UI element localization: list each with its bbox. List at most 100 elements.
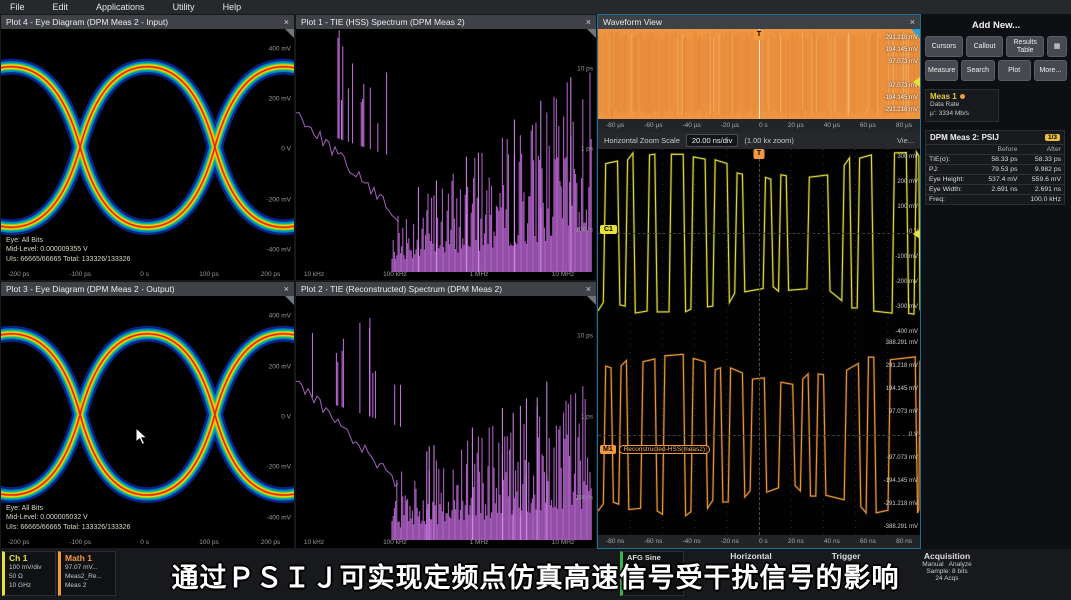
menu-item-file[interactable]: File: [10, 2, 25, 12]
time-tick: 60 µs: [860, 122, 876, 129]
dpm-row: TIE(σ):58.33 ps58.33 ps: [926, 154, 1064, 164]
plot3-body: 400 mV200 mV0 V-200 mV-400 mV-200 ps-100…: [1, 296, 294, 548]
plot4-resize-corner[interactable]: [285, 29, 294, 38]
x-tick: 10 kHz: [304, 539, 324, 546]
plot4-header[interactable]: Plot 4 - Eye Diagram (DPM Meas 2 - Input…: [1, 15, 294, 29]
zoom-center-line: [759, 149, 760, 535]
x-tick: -200 ps: [8, 539, 30, 546]
menu-item-help[interactable]: Help: [223, 2, 242, 12]
add-cursors-button[interactable]: Cursors: [925, 36, 963, 57]
y-tick: -400 mV: [266, 514, 291, 521]
waveform-view-close-icon[interactable]: ×: [910, 17, 915, 27]
math1-chip[interactable]: M1: [600, 445, 616, 454]
dpm-title: DPM Meas 2: PSIJ: [930, 133, 999, 142]
x-tick: 0 s: [140, 271, 149, 278]
add-plot-button[interactable]: Plot: [998, 60, 1031, 81]
time-tick: 80 ns: [896, 538, 912, 545]
y-tick: 0 V: [281, 413, 291, 420]
dpm-before-value: 537.4 mV: [977, 174, 1021, 184]
math1-source-label: Reconstructed-HSS(meas2): [619, 445, 710, 454]
waveform-view-header[interactable]: Waveform View ×: [598, 15, 920, 29]
add-callout-button[interactable]: Callout: [966, 36, 1004, 57]
ch1-axis-label: 100 mV: [897, 204, 918, 210]
dpm-meas2-badge[interactable]: DPM Meas 2: PSIJ 1/3 BeforeAfterTIE(σ):5…: [925, 130, 1065, 205]
menu-item-applications[interactable]: Applications: [96, 2, 145, 12]
plot3-header[interactable]: Plot 3 - Eye Diagram (DPM Meas 2 - Outpu…: [1, 282, 294, 296]
plot3-resize-corner[interactable]: [285, 296, 294, 305]
add-search-button[interactable]: Search: [961, 60, 994, 81]
hzoom-view-button[interactable]: Vie...: [897, 136, 914, 145]
ch1-axis-label: 300 mV: [897, 154, 918, 160]
y-tick: -200 mV: [266, 464, 291, 471]
plot3-close-icon[interactable]: ×: [284, 284, 289, 294]
plot1-resize-corner[interactable]: [587, 29, 596, 38]
plot3-title: Plot 3 - Eye Diagram (DPM Meas 2 - Outpu…: [6, 284, 175, 294]
ch1-axis-label: -100 mV: [895, 254, 918, 260]
ch1-handle[interactable]: C1: [600, 225, 617, 234]
overview-axis-label: 291.218 mV: [886, 35, 918, 41]
plot1-close-icon[interactable]: ×: [586, 17, 591, 27]
menu-item-edit[interactable]: Edit: [53, 2, 69, 12]
x-tick: 1 MHz: [470, 271, 489, 278]
overview-axis-label: -291.218 mV: [884, 107, 918, 113]
plot1-header[interactable]: Plot 1 - TIE (HSS) Spectrum (DPM Meas 2)…: [296, 15, 596, 29]
ch1-trigger-level-arrow[interactable]: [913, 229, 920, 239]
zoom-waveform-area[interactable]: T C1 M1 Reconstructed-HSS(meas2) 300 mV 2…: [598, 149, 920, 535]
ch1-axis-label: 200 mV: [897, 179, 918, 185]
time-tick: 60 ns: [860, 538, 876, 545]
plot4-close-icon[interactable]: ×: [284, 17, 289, 27]
time-tick: 0 s: [759, 538, 768, 545]
y-tick: -400 mV: [266, 246, 291, 253]
waveform-overview[interactable]: T 291.218 mV194.145 mV97.073 mV-97.073 m…: [598, 29, 920, 119]
dpm-freq-label: Freq:: [926, 194, 977, 204]
add-measure-button[interactable]: Measure: [925, 60, 958, 81]
menu-item-utility[interactable]: Utility: [173, 2, 195, 12]
y-tick: 200 mV: [269, 96, 291, 103]
y-tick: 100 fs: [575, 226, 593, 233]
meas1-badge[interactable]: Meas 1 Data Rate µ': 3334 Mb/s: [925, 89, 999, 122]
dpm-after-value: 559.6 mV: [1020, 174, 1064, 184]
dpm-after-value: 2.691 ns: [1020, 184, 1064, 194]
ch1-zero-line: [598, 233, 920, 234]
plot4-panel: Plot 4 - Eye Diagram (DPM Meas 2 - Input…: [0, 14, 295, 281]
time-tick: -20 ns: [721, 538, 739, 545]
time-tick: 80 µs: [896, 122, 912, 129]
dpm-header-blank: [926, 144, 977, 154]
dpm-page-badge[interactable]: 1/3: [1045, 134, 1060, 141]
table-grid-icon[interactable]: ▦: [1047, 36, 1067, 57]
time-tick: -80 µs: [606, 122, 624, 129]
math1-handle[interactable]: M1 Reconstructed-HSS(meas2): [600, 445, 710, 454]
plot3-eye-stats: Eye: All BitsMid-Level: 0.000005032 VUIs…: [6, 504, 130, 533]
math1-axis-label: -388.291 mV: [884, 524, 918, 530]
x-tick: 0 s: [140, 539, 149, 546]
menu-bar: File Edit Applications Utility Help: [0, 0, 1071, 14]
meas1-mean: µ': 3334 Mb/s: [930, 110, 994, 119]
hzoom-scale-input[interactable]: 20.00 ns/div: [686, 134, 738, 147]
dpm-row-label: TIE(σ):: [926, 154, 977, 164]
time-tick: -60 ns: [644, 538, 662, 545]
zoom-trigger-marker[interactable]: T: [754, 149, 765, 159]
x-tick: 100 ps: [199, 271, 219, 278]
dpm-before-value: 58.33 ps: [977, 154, 1021, 164]
plot2-title: Plot 2 - TIE (Reconstructed) Spectrum (D…: [301, 284, 502, 294]
y-tick: 400 mV: [269, 313, 291, 320]
x-tick: 100 kHz: [383, 539, 407, 546]
plot2-close-icon[interactable]: ×: [586, 284, 591, 294]
plot2-resize-corner[interactable]: [587, 296, 596, 305]
overview-level-arrow[interactable]: [913, 77, 920, 87]
y-tick: 1 ps: [581, 146, 593, 153]
trigger-marker[interactable]: T: [754, 30, 765, 40]
eye-stat-line: Mid-Level: 0.000005032 V: [6, 513, 130, 523]
add-results-table-button[interactable]: Results Table: [1006, 36, 1044, 57]
dpm-row-label: Eye Height:: [926, 174, 977, 184]
math1-axis-label: 194.145 mV: [886, 386, 918, 392]
add-more--button[interactable]: More...: [1034, 60, 1067, 81]
x-tick: -100 ps: [69, 539, 91, 546]
y-tick: 100 fs: [575, 494, 593, 501]
plot2-header[interactable]: Plot 2 - TIE (Reconstructed) Spectrum (D…: [296, 282, 596, 296]
overview-axis-label: -194.145 mV: [884, 95, 918, 101]
dpm-after-value: 9.982 ps: [1020, 164, 1064, 174]
meas1-source-dot-icon: [960, 94, 965, 99]
x-tick: 10 MHz: [552, 271, 574, 278]
dpm-row: PJ:79.53 ps9.982 ps: [926, 164, 1064, 174]
